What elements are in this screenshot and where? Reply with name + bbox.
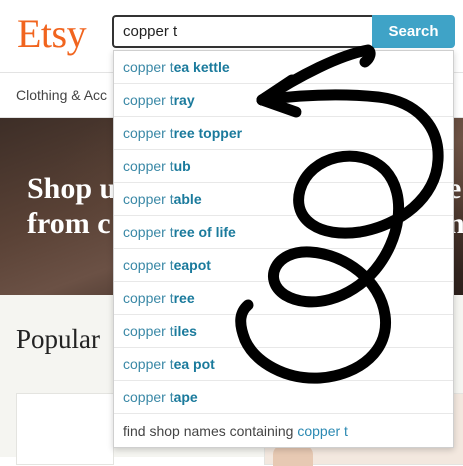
suggestion-item[interactable]: copper tree topper [114,117,453,150]
suggestion-completion: ray [173,92,195,108]
suggestion-completion: eapot [173,257,211,273]
etsy-logo[interactable]: Etsy [17,12,87,56]
suggestion-item[interactable]: copper tree of life [114,216,453,249]
suggestion-prefix: copper t [123,158,174,174]
hero-headline-line2: from c [27,207,111,240]
suggestion-item[interactable]: copper tray [114,84,453,117]
suggestion-item[interactable]: copper tape [114,381,453,414]
suggestion-completion: ree of life [173,224,236,240]
find-shop-names-item[interactable]: find shop names containing copper t [114,415,453,448]
suggestion-item[interactable]: copper tea pot [114,348,453,381]
suggestion-prefix: copper t [123,125,174,141]
suggestion-prefix: copper t [123,257,174,273]
shop-names-lead: find shop names containing [123,423,298,439]
suggestion-completion: ape [173,389,198,405]
search-button[interactable]: Search [372,15,455,48]
suggestion-item[interactable]: copper tub [114,150,453,183]
shop-names-query: copper t [297,423,348,439]
suggestion-completion: ea pot [173,356,215,372]
suggestion-item[interactable]: copper tea kettle [114,51,453,84]
nav-item-clothing-accessories[interactable]: Clothing & Acc [16,87,107,103]
suggestion-completion: ree [173,290,195,306]
suggestion-completion: iles [173,323,197,339]
suggestion-prefix: copper t [123,389,174,405]
suggestion-item[interactable]: copper table [114,183,453,216]
suggestion-prefix: copper t [123,59,174,75]
suggestion-completion: ree topper [173,125,243,141]
hero-headline-line1: Shop u [27,172,117,205]
suggestion-completion: able [173,191,202,207]
suggestion-item[interactable]: copper tiles [114,315,453,348]
search-input[interactable] [112,15,372,48]
suggestion-item[interactable]: copper teapot [114,249,453,282]
suggestion-prefix: copper t [123,290,174,306]
suggestion-item[interactable]: copper tree [114,282,453,315]
suggestion-completion: ub [173,158,191,174]
suggestion-completion: ea kettle [173,59,230,75]
suggestion-prefix: copper t [123,323,174,339]
suggestion-prefix: copper t [123,92,174,108]
popular-card[interactable] [16,393,114,465]
suggestion-prefix: copper t [123,191,174,207]
popular-section-title: Popular [16,324,100,354]
suggestion-prefix: copper t [123,356,174,372]
suggestion-prefix: copper t [123,224,174,240]
search-suggestions-dropdown: copper tea kettle copper tray copper tre… [113,50,454,448]
